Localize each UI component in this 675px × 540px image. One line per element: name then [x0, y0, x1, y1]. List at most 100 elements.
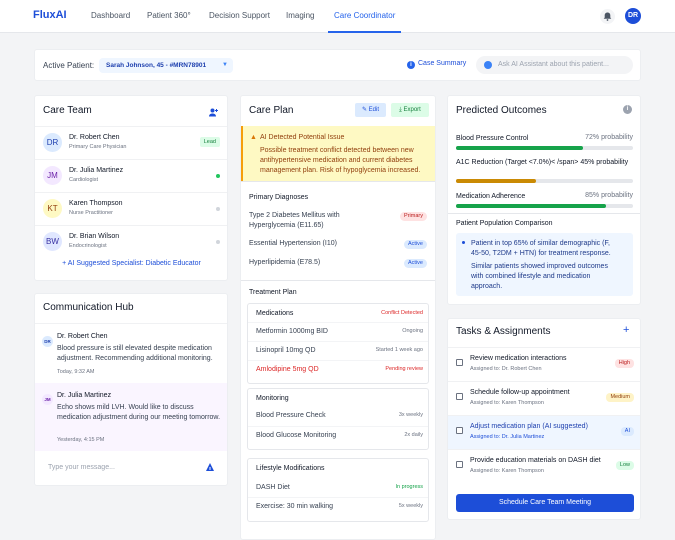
lifestyle-name: Exercise: 30 min walking	[256, 503, 334, 510]
ai-assistant-input[interactable]: Ask AI Assistant about this patient...	[476, 56, 633, 74]
medication-status: Ongoing	[402, 328, 423, 334]
info-icon: i	[407, 61, 415, 69]
message-input[interactable]: Type your message...	[48, 464, 115, 471]
priority-badge: Low	[615, 461, 634, 470]
medication-row[interactable]: Lisinopril 10mg QD Started 1 week ago	[248, 341, 428, 359]
lifestyle-frequency: 5x weekly	[398, 503, 423, 509]
nav-imaging[interactable]: Imaging	[286, 0, 314, 33]
task-assignee: Assigned to: Dr. Julia Martinez	[470, 434, 545, 440]
team-member-row[interactable]: DR Dr. Robert Chen Primary Care Physicia…	[35, 126, 227, 159]
task-row[interactable]: Review medication interactions Assigned …	[448, 347, 640, 381]
offline-status-dot	[216, 207, 220, 211]
avatar: JM	[43, 166, 62, 185]
diagnosis-name: Hyperlipidemia (E78.5)	[249, 259, 321, 266]
lifestyle-heading: Lifestyle Modifications	[256, 465, 325, 472]
alert-text: Possible treatment conflict detected bet…	[260, 147, 421, 174]
medication-row[interactable]: Metformin 1000mg BID Ongoing	[248, 322, 428, 340]
population-comparison-box: Patient in top 65% of similar demographi…	[456, 233, 633, 296]
avatar: JM	[42, 394, 53, 405]
task-title: Adjust medication plan (AI suggested)	[470, 423, 588, 430]
member-name: Karen Thompson	[69, 200, 123, 207]
outcome-probability: 72% probability	[585, 134, 633, 141]
medication-name: Amlodipine 5mg QD	[256, 366, 319, 373]
member-role: Endocrinologist	[69, 243, 107, 249]
notifications-bell-icon[interactable]	[600, 9, 615, 24]
member-role: Primary Care Physician	[69, 144, 127, 150]
message-item: DR Dr. Robert Chen Blood pressure is sti…	[35, 323, 227, 382]
task-checkbox[interactable]	[456, 427, 463, 434]
team-member-row[interactable]: JM Dr. Julia Martinez Cardiologist	[35, 159, 227, 192]
ai-badge: AI	[620, 427, 634, 436]
info-icon[interactable]: i	[623, 105, 632, 114]
task-row[interactable]: Adjust medication plan (AI suggested) As…	[448, 415, 640, 449]
monitoring-row[interactable]: Blood Glucose Monitoring 2x daily	[248, 426, 428, 444]
divider	[448, 213, 640, 214]
outcome-probability: 85% probability	[585, 192, 633, 199]
online-status-dot	[216, 174, 220, 178]
bullet-icon	[462, 241, 465, 244]
team-member-row[interactable]: KT Karen Thompson Nurse Practitioner	[35, 192, 227, 225]
top-navigation-bar: FluxAI Dashboard Patient 360° Decision S…	[0, 0, 675, 33]
task-assignee: Assigned to: Karen Thompson	[470, 400, 544, 406]
tasks-title: Tasks & Assignments	[456, 326, 551, 337]
task-assignee: Assigned to: Dr. Robert Chen	[470, 366, 542, 372]
care-plan-card: Care Plan ✎ Edit ⤓ Export ▲ AI Detected …	[240, 95, 436, 540]
care-plan-title: Care Plan	[249, 105, 294, 116]
monitoring-frequency: 2x daily	[404, 432, 423, 438]
lifestyle-status: In progress	[395, 484, 423, 490]
nav-patient-360[interactable]: Patient 360°	[147, 0, 191, 33]
ai-suggested-specialist-link[interactable]: + AI Suggested Specialist: Diabetic Educ…	[35, 260, 227, 267]
message-sender: Dr. Julia Martinez	[57, 392, 112, 399]
avatar: BW	[43, 232, 62, 251]
message-text: Echo shows mild LVH. Would like to discu…	[57, 404, 221, 421]
medication-name: Metformin 1000mg BID	[256, 328, 328, 335]
medications-heading: Medications	[256, 310, 294, 317]
task-row[interactable]: Schedule follow-up appointment Assigned …	[448, 381, 640, 415]
tasks-card: Tasks & Assignments + Review medication …	[447, 318, 641, 520]
nav-dashboard[interactable]: Dashboard	[91, 0, 130, 33]
lifestyle-row[interactable]: Exercise: 30 min walking 5x weekly	[248, 497, 428, 515]
member-name: Dr. Julia Martinez	[69, 167, 124, 174]
progress-track	[456, 146, 633, 150]
add-task-icon[interactable]: +	[623, 324, 629, 336]
send-icon[interactable]	[205, 462, 215, 475]
divider	[241, 181, 435, 182]
case-summary-link[interactable]: i Case Summary	[407, 60, 466, 69]
task-checkbox[interactable]	[456, 359, 463, 366]
task-row[interactable]: Provide education materials on DASH diet…	[448, 449, 640, 483]
member-name: Dr. Brian Wilson	[69, 233, 120, 240]
nav-decision-support[interactable]: Decision Support	[209, 0, 270, 33]
task-checkbox[interactable]	[456, 393, 463, 400]
avatar: KT	[43, 199, 62, 218]
message-time: Today, 9:32 AM	[57, 369, 95, 375]
export-button[interactable]: ⤓ Export	[391, 103, 429, 117]
monitoring-panel: Monitoring Blood Pressure Check 3x weekl…	[247, 388, 429, 450]
task-checkbox[interactable]	[456, 461, 463, 468]
communication-hub-title: Communication Hub	[43, 302, 134, 313]
diagnosis-name: Type 2 Diabetes Mellitus with Hyperglyce…	[249, 212, 340, 229]
lifestyle-row[interactable]: DASH Diet In progress	[248, 479, 428, 497]
export-label: Export	[403, 107, 421, 113]
predicted-outcomes-card: Predicted Outcomes i Blood Pressure Cont…	[447, 95, 641, 305]
task-title: Schedule follow-up appointment	[470, 389, 570, 396]
team-member-row[interactable]: BW Dr. Brian Wilson Endocrinologist	[35, 225, 227, 258]
medication-row[interactable]: Amlodipine 5mg QD Pending review	[248, 360, 428, 379]
care-team-card: Care Team DR Dr. Robert Chen Primary Car…	[34, 95, 228, 281]
edit-button[interactable]: ✎ Edit	[355, 103, 386, 117]
add-member-icon[interactable]	[208, 105, 219, 123]
user-avatar[interactable]: DR	[625, 8, 641, 24]
app-logo[interactable]: FluxAI	[33, 9, 67, 21]
warning-icon: ▲	[250, 134, 257, 141]
avatar: DR	[42, 336, 53, 347]
active-patient-label: Active Patient:	[43, 61, 95, 70]
nav-care-coordinator[interactable]: Care Coordinator	[328, 0, 402, 33]
task-title: Provide education materials on DASH diet	[470, 457, 601, 464]
divider	[241, 280, 435, 281]
monitoring-row[interactable]: Blood Pressure Check 3x weekly	[248, 407, 428, 425]
treatment-plan-heading: Treatment Plan	[249, 289, 297, 296]
schedule-meeting-button[interactable]: Schedule Care Team Meeting	[456, 494, 634, 512]
status-badge: Primary	[400, 212, 427, 221]
task-assignee: Assigned to: Karen Thompson	[470, 468, 544, 474]
status-badge: Active	[404, 240, 427, 249]
patient-selector[interactable]: Sarah Johnson, 45 - #MRN78901 ▼	[99, 58, 233, 73]
